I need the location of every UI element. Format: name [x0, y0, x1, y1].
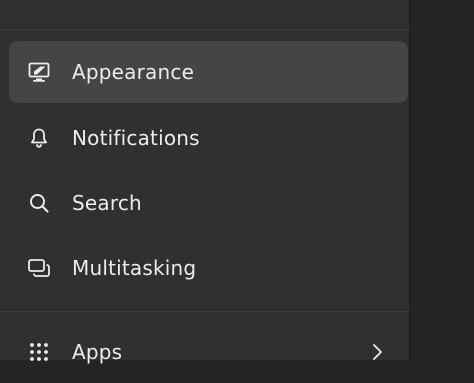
search-icon: [27, 191, 51, 215]
sidebar-item-multitasking[interactable]: Multitasking: [9, 237, 408, 299]
sidebar-item-notifications[interactable]: Notifications: [9, 107, 408, 169]
sidebar-divider-top: [0, 29, 409, 30]
sidebar-item-appearance[interactable]: Appearance: [9, 41, 408, 103]
apps-grid-icon: [27, 340, 51, 364]
sidebar-item-apps[interactable]: Apps: [9, 321, 408, 383]
sidebar-item-label: Apps: [72, 340, 123, 364]
sidebar-item-label: Multitasking: [72, 256, 197, 280]
settings-sidebar: Appearance Notifications Search Multitas…: [0, 0, 410, 364]
chevron-right-icon: [370, 342, 384, 362]
sidebar-divider: [0, 311, 409, 312]
appearance-icon: [27, 60, 51, 84]
multitasking-icon: [27, 256, 51, 280]
sidebar-item-search[interactable]: Search: [9, 172, 408, 234]
sidebar-item-label: Search: [72, 191, 142, 215]
sidebar-item-label: Appearance: [72, 60, 195, 84]
bell-icon: [27, 126, 51, 150]
content-pane: [410, 0, 474, 360]
sidebar-item-label: Notifications: [72, 126, 200, 150]
